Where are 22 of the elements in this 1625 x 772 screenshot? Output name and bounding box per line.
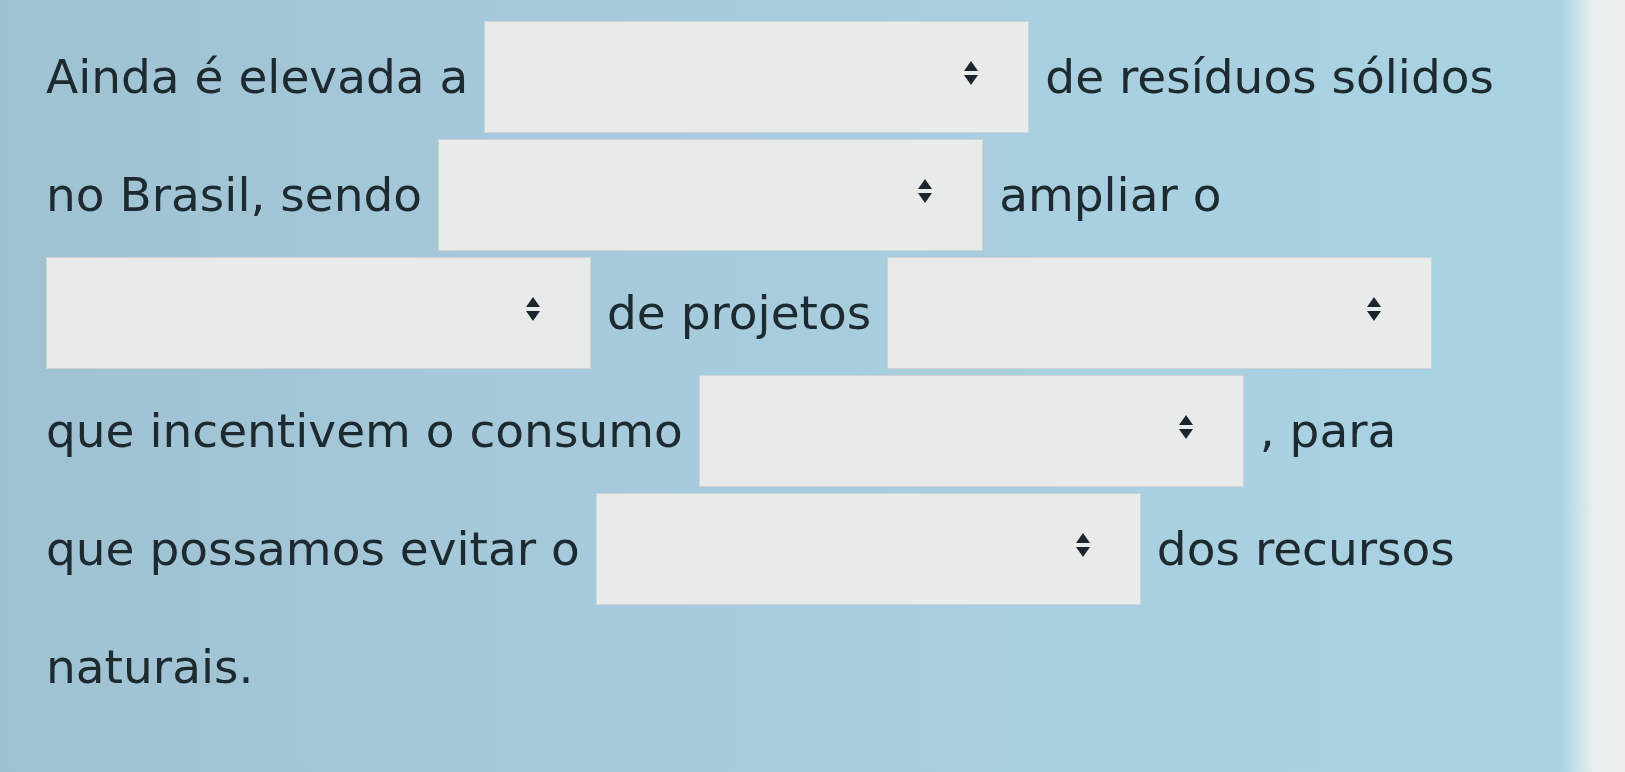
dropdown-field[interactable] bbox=[887, 257, 1433, 369]
up-down-arrows-icon bbox=[918, 179, 933, 203]
prompt-text: ampliar o bbox=[999, 166, 1222, 224]
prompt-text: de resíduos sólidos bbox=[1045, 48, 1494, 106]
dropdown-field[interactable] bbox=[595, 493, 1141, 605]
prompt-text: que incentivem o consumo bbox=[46, 402, 683, 460]
up-down-arrows-icon bbox=[1075, 533, 1090, 557]
prompt-text: dos recursos bbox=[1156, 520, 1455, 578]
prompt-text: que possamos evitar o bbox=[46, 520, 580, 578]
dropdown-field[interactable] bbox=[46, 257, 591, 369]
dropdown-field[interactable] bbox=[484, 21, 1030, 133]
prompt-text: de projetos bbox=[607, 284, 872, 342]
dropdown-field[interactable] bbox=[438, 139, 984, 251]
up-down-arrows-icon bbox=[964, 61, 979, 85]
prompt-text: Ainda é elevada a bbox=[46, 48, 469, 106]
up-down-arrows-icon bbox=[526, 297, 540, 321]
prompt-text: , para bbox=[1259, 402, 1397, 460]
prompt-text: naturais. bbox=[46, 638, 254, 696]
prompt-text: no Brasil, sendo bbox=[46, 166, 423, 224]
dropdown-field[interactable] bbox=[698, 375, 1244, 487]
up-down-arrows-icon bbox=[1367, 297, 1382, 321]
up-down-arrows-icon bbox=[1178, 415, 1193, 439]
